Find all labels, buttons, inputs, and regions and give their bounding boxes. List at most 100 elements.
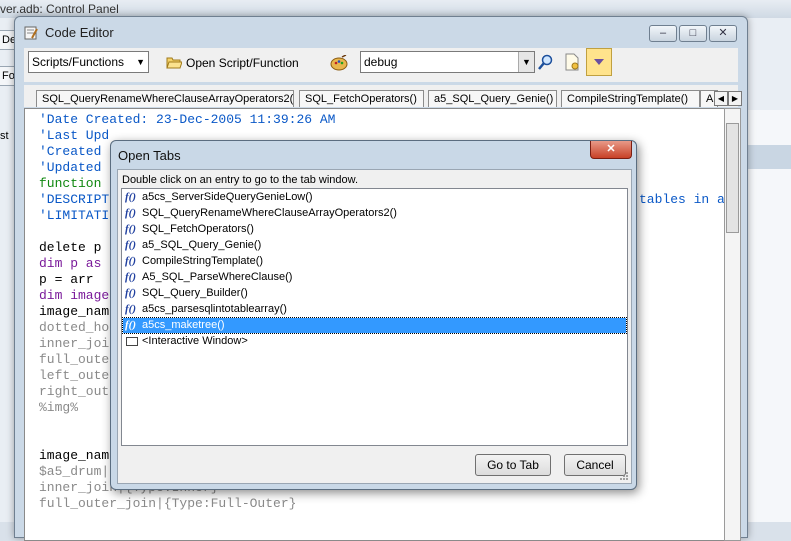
find-icon[interactable]: [537, 53, 555, 71]
code-line: right_out: [39, 384, 110, 399]
code-line: delete p: [39, 240, 102, 255]
code-line: 'DESCRIPT: [39, 192, 110, 207]
editor-toolbar: Scripts/Functions ▼ Open Script/Function…: [24, 48, 738, 82]
function-icon: f(): [125, 287, 136, 299]
code-line: %img%: [39, 400, 79, 415]
maximize-icon: □: [689, 27, 697, 39]
dialog-title: Open Tabs: [118, 148, 181, 163]
code-line: inner_joi: [39, 336, 110, 351]
list-item-label: SQL_Query_Builder(): [142, 287, 248, 299]
dialog-body: Double click on an entry to go to the ta…: [117, 169, 632, 484]
code-line: $a5_drum|: [39, 464, 110, 479]
editor-tab-label: SQL_FetchOperators(): [305, 93, 417, 105]
chevron-right-icon: ▶: [731, 94, 739, 103]
list-item[interactable]: f() A5_SQL_ParseWhereClause(): [123, 270, 626, 285]
editor-tab-label: CompileStringTemplate(): [567, 93, 689, 105]
close-button[interactable]: ✕: [709, 25, 737, 42]
code-line: image_nam: [39, 304, 110, 319]
editor-tab-label: a5_SQL_Query_Genie(): [434, 93, 554, 105]
scrollbar-thumb[interactable]: [726, 123, 739, 233]
code-editor-title: Code Editor: [45, 25, 114, 40]
minimize-icon: –: [659, 27, 667, 39]
function-icon: f(): [125, 319, 136, 331]
function-icon: f(): [125, 191, 136, 203]
list-item-label: A5_SQL_ParseWhereClause(): [142, 271, 293, 283]
palette-icon[interactable]: [330, 55, 348, 71]
debug-combobox[interactable]: debug ▼: [360, 51, 535, 73]
function-icon: f(): [125, 303, 136, 315]
code-line: full_outer_join|{Type:Full-Outer}: [39, 496, 297, 511]
dialog-close-button[interactable]: ✕: [590, 141, 632, 159]
code-line-fragment: tables in a: [639, 192, 725, 207]
code-line: 'Date Created: 23-Dec-2005 11:39:26 AM: [39, 112, 336, 127]
code-line: left_oute: [39, 368, 110, 383]
minimize-button[interactable]: –: [649, 25, 677, 42]
list-item[interactable]: f() SQL_QueryRenameWhereClauseArrayOpera…: [123, 206, 626, 221]
code-line: full_oute: [39, 352, 110, 367]
list-item-label: SQL_FetchOperators(): [142, 223, 254, 235]
editor-tab[interactable]: SQL_QueryRenameWhereClauseArrayOperators…: [36, 90, 294, 107]
editor-tab[interactable]: a5_SQL_Query_Genie(): [428, 90, 557, 107]
list-item-selected[interactable]: f() a5cs_maketree(): [122, 317, 627, 334]
scripts-functions-value: Scripts/Functions: [32, 55, 125, 69]
open-tabs-list[interactable]: f() a5cs_ServerSideQueryGenieLow() f() S…: [121, 188, 628, 446]
function-icon: f(): [125, 239, 136, 251]
chevron-down-icon: [594, 59, 604, 65]
tab-scroll-left-button[interactable]: ◀: [714, 91, 728, 106]
chevron-down-icon[interactable]: ▼: [518, 52, 534, 72]
list-item-label: a5cs_parsesqlintotablearray(): [142, 303, 287, 315]
list-item[interactable]: f() a5_SQL_Query_Genie(): [123, 238, 626, 253]
list-item[interactable]: f() SQL_Query_Builder(): [123, 286, 626, 301]
code-editor-titlebar[interactable]: Code Editor – □ ✕: [15, 17, 747, 47]
list-item-label: CompileStringTemplate(): [142, 255, 264, 267]
function-icon: f(): [125, 223, 136, 235]
code-line: 'LIMITATI: [39, 208, 110, 223]
control-panel-partial-text: st: [0, 130, 9, 142]
dialog-instruction: Double click on an entry to go to the ta…: [122, 174, 359, 186]
function-icon: f(): [125, 271, 136, 283]
function-icon: f(): [125, 255, 136, 267]
resize-grip-icon[interactable]: [619, 471, 629, 481]
list-item[interactable]: f() CompileStringTemplate(): [123, 254, 626, 269]
code-line: p = arr: [39, 272, 94, 287]
list-item-label: a5cs_ServerSideQueryGenieLow(): [142, 191, 313, 203]
code-line: dotted_ho: [39, 320, 110, 335]
editor-tab-label: SQL_QueryRenameWhereClauseArrayOperators…: [42, 93, 294, 105]
code-vertical-scrollbar[interactable]: [724, 108, 741, 541]
list-item[interactable]: f() a5cs_ServerSideQueryGenieLow(): [123, 190, 626, 205]
scripts-functions-select[interactable]: Scripts/Functions ▼: [28, 51, 149, 73]
list-item[interactable]: f() a5cs_parsesqlintotablearray(): [123, 302, 626, 317]
tab-scroll-right-button[interactable]: ▶: [728, 91, 742, 106]
list-item-label: <Interactive Window>: [142, 335, 248, 347]
list-item[interactable]: f() SQL_FetchOperators(): [123, 222, 626, 237]
editor-tab-bar: SQL_QueryRenameWhereClauseArrayOperators…: [24, 85, 742, 107]
list-item-label: a5_SQL_Query_Genie(): [142, 239, 262, 251]
debug-combobox-value: debug: [364, 55, 398, 69]
maximize-button[interactable]: □: [679, 25, 707, 42]
list-item-label: a5cs_maketree(): [142, 319, 225, 331]
document-settings-icon[interactable]: [563, 53, 581, 71]
code-line: 'Updated: [39, 160, 102, 175]
code-line: image_nam: [39, 448, 110, 463]
editor-tab[interactable]: CompileStringTemplate(): [561, 90, 700, 107]
list-item-label: SQL_QueryRenameWhereClauseArrayOperators…: [142, 207, 397, 219]
cancel-button[interactable]: Cancel: [564, 454, 626, 476]
more-options-button[interactable]: [586, 48, 612, 76]
code-line: dim p as: [39, 256, 102, 271]
code-line: 'Created: [39, 144, 102, 159]
open-folder-icon: [166, 57, 182, 69]
editor-tab[interactable]: SQL_FetchOperators(): [299, 90, 424, 107]
code-line: dim image: [39, 288, 110, 303]
open-tabs-dialog: Open Tabs ✕ Double click on an entry to …: [110, 140, 637, 490]
chevron-left-icon: ◀: [717, 94, 725, 103]
close-icon: ✕: [718, 27, 728, 39]
close-icon: ✕: [606, 143, 616, 155]
go-to-tab-button[interactable]: Go to Tab: [475, 454, 551, 476]
list-item[interactable]: <Interactive Window>: [123, 334, 626, 349]
window-icon: [126, 337, 138, 346]
open-script-function-label: Open Script/Function: [186, 56, 299, 70]
function-icon: f(): [125, 207, 136, 219]
code-line: function: [39, 176, 102, 191]
open-script-function-button[interactable]: Open Script/Function: [166, 53, 299, 73]
editor-tab-label: A: [706, 93, 714, 105]
